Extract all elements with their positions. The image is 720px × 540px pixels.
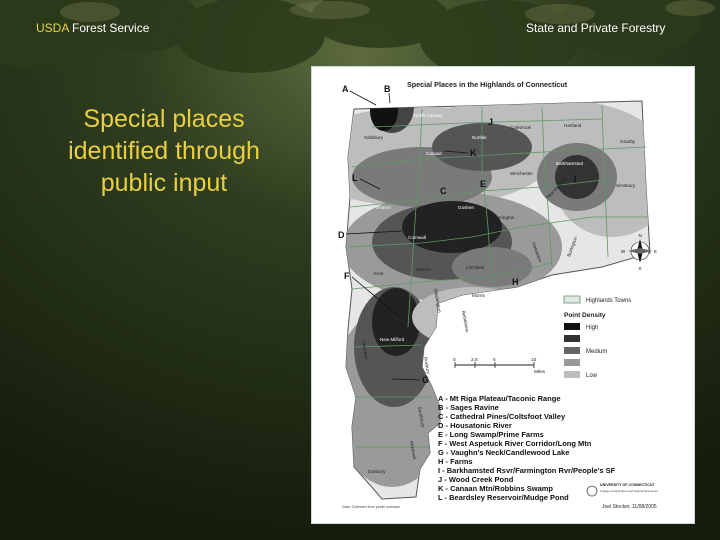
slide-title-line-2: identified through (68, 137, 260, 165)
compass-s: S (639, 266, 642, 271)
university-logo: UNIVERSITY OF CONNECTICUT College of Agr… (586, 483, 658, 497)
place-c: C - Cathedral Pines/Coltsfoot Valley (438, 412, 566, 421)
town-morris: Morris (472, 293, 485, 298)
callout-h: H (512, 277, 519, 287)
scale-unit: Miles (534, 369, 546, 375)
callout-k: K (470, 148, 477, 158)
town-winchester: Winchester (510, 171, 533, 176)
callout-f: F (344, 271, 350, 281)
legend-swatch-5 (564, 371, 580, 378)
legend-swatch-2 (564, 335, 580, 342)
logo-text: UNIVERSITY OF CONNECTICUT (600, 483, 655, 487)
forest-service-label: Forest Service (68, 21, 150, 35)
place-h: H - Farms (438, 457, 473, 466)
slide-title: Special places identified through public… (38, 103, 290, 199)
callout-c: C (440, 186, 447, 196)
town-torrington: Torrington (494, 215, 515, 220)
header-program: State and Private Forestry (526, 21, 666, 35)
town-colebrook: Colebrook (510, 125, 532, 130)
town-bethlehem: Bethlehem (461, 310, 470, 333)
place-k: K - Canaan Mtn/Robbins Swamp (438, 484, 553, 493)
town-danbury: Danbury (368, 469, 386, 474)
place-a: A - Mt Riga Plateau/Taconic Range (438, 394, 561, 403)
legend-low: Low (586, 373, 598, 379)
legend-high: High (586, 325, 598, 331)
town-canaan: Canaan (426, 151, 443, 156)
callout-b: B (384, 84, 391, 94)
legend-highlands-towns: Highlands Towns (586, 298, 631, 304)
town-kent: Kent (374, 271, 384, 276)
town-litchfield: Litchfield (466, 265, 485, 270)
place-j: J - Wood Creek Pond (438, 475, 514, 484)
callout-i: I (574, 174, 577, 184)
slide: USDA Forest Service State and Private Fo… (0, 0, 720, 540)
town-north-canaan: North Canaan (414, 113, 443, 118)
town-warren: Warren (416, 267, 431, 272)
scale-bar: 0 2.5 5 10 Miles (453, 357, 546, 375)
town-barkhamsted: Barkhamsted (556, 161, 584, 166)
scale-tick-3: 10 (531, 357, 537, 363)
legend-point-density: Point Density (564, 312, 606, 319)
place-e: E - Long Swamp/Prime Farms (438, 430, 544, 439)
town-norfolk: Norfolk (472, 135, 487, 140)
town-goshen: Goshen (458, 205, 475, 210)
place-l: L - Beardsley Reservoir/Mudge Pond (438, 493, 569, 502)
town-cornwall: Cornwall (408, 235, 426, 240)
town-sharon: Sharon (376, 205, 391, 210)
town-hartland: Hartland (564, 123, 582, 128)
place-g: G - Vaughn's Neck/Candlewood Lake (438, 448, 569, 457)
university-seal-icon (586, 485, 598, 497)
places-list: A - Mt Riga Plateau/Taconic Range B - Sa… (438, 394, 616, 502)
place-f: F - West Aspetuck River Corridor/Long Mt… (438, 439, 592, 448)
legend-swatch-towns (563, 295, 581, 304)
scale-tick-0: 0 (453, 357, 456, 363)
map-note: Data: Collected from public outreach (342, 505, 400, 509)
callout-a: A (342, 84, 349, 94)
slide-title-line-1: Special places (83, 105, 245, 133)
map-panel: Special Places in the Highlands of Conne… (311, 66, 695, 524)
scale-tick-2: 5 (493, 357, 496, 363)
callout-d: D (338, 230, 345, 240)
scale-tick-1: 2.5 (471, 357, 478, 363)
callout-j: J (488, 117, 493, 127)
logo-sub: College of Agriculture and Natural Resou… (600, 489, 658, 493)
compass-n: N (639, 233, 642, 238)
compass-e: E (654, 249, 657, 254)
legend-swatch-3 (564, 347, 580, 354)
slide-title-line-3: public input (100, 169, 228, 197)
usda-label: USDA (36, 21, 69, 35)
town-granby: Granby (620, 139, 636, 144)
legend-swatch-4 (564, 359, 580, 366)
place-d: D - Housatonic River (438, 421, 512, 430)
legend: Highlands Towns Point Density High Mediu… (563, 295, 631, 379)
town-new-milford: New Milford (380, 337, 405, 342)
callout-g: G (422, 375, 429, 385)
legend-swatch-1 (564, 323, 580, 330)
highlands-map: Special Places in the Highlands of Conne… (338, 80, 658, 510)
place-b: B - Sages Ravine (438, 403, 499, 412)
legend-medium: Medium (586, 349, 607, 355)
town-salisbury: Salisbury (364, 135, 384, 140)
map-credit: Joel Stocker, 11/08/2005 (602, 504, 657, 510)
map-title: Special Places in the Highlands of Conne… (407, 80, 568, 89)
town-simsbury: Simsbury (616, 183, 636, 188)
place-i: I - Barkhamsted Rsvr/Farmington Rvr/Peop… (438, 466, 616, 475)
callout-l: L (352, 173, 358, 183)
callout-e: E (480, 179, 486, 189)
header-org: USDA Forest Service (36, 21, 149, 35)
